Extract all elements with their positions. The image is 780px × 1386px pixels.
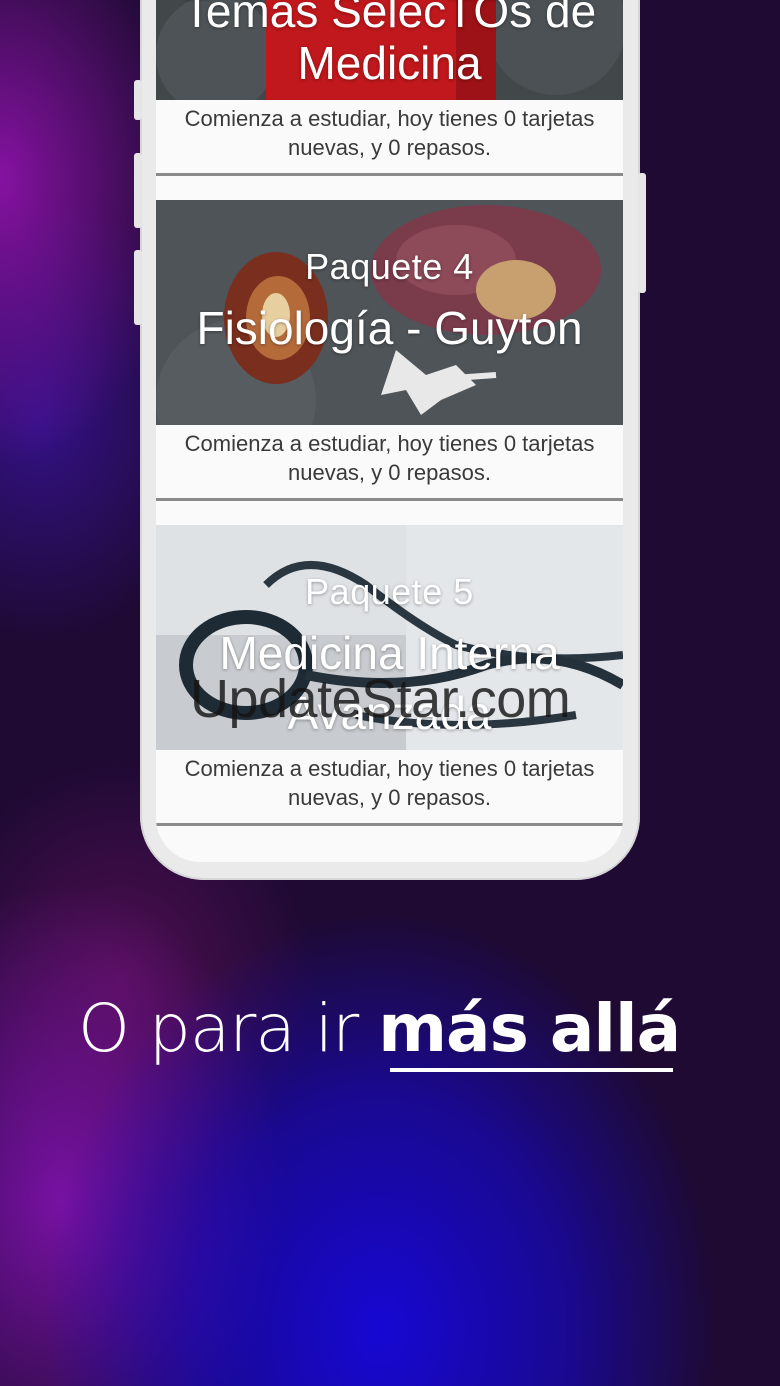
deck-name: Temas SelecTOs de xyxy=(182,0,597,37)
tagline-regular-text: O para ir xyxy=(78,990,379,1067)
tagline-underline xyxy=(390,1068,673,1072)
card-divider xyxy=(156,498,623,501)
card-divider xyxy=(156,823,623,826)
deck-card[interactable]: Temas SelecTOs de Medicina Comienza a es… xyxy=(156,0,623,180)
deck-status-text-line2: nuevas, y 0 repasos. xyxy=(287,135,491,160)
phone-volume-down-button xyxy=(134,250,142,325)
deck-package-number: Paquete 4 xyxy=(305,246,474,287)
deck-status-text-line2: nuevas, y 0 repasos. xyxy=(287,460,491,485)
promo-tagline: O para ir más allá xyxy=(78,990,681,1067)
phone-screen: Temas SelecTOs de Medicina Comienza a es… xyxy=(156,0,623,862)
deck-status-text: Comienza a estudiar, hoy tienes 0 tarjet… xyxy=(184,431,595,456)
deck-name: Fisiología - Guyton xyxy=(196,302,583,354)
deck-status-text-line2: nuevas, y 0 repasos. xyxy=(287,785,491,810)
deck-status-text: Comienza a estudiar, hoy tienes 0 tarjet… xyxy=(184,756,595,781)
phone-side-button xyxy=(134,80,142,120)
deck-status-text: Comienza a estudiar, hoy tienes 0 tarjet… xyxy=(184,106,595,131)
phone-power-button xyxy=(638,173,646,293)
deck-name-line2: Medicina xyxy=(297,37,482,89)
watermark: UpdateStar.com xyxy=(190,669,571,729)
deck-card[interactable]: Paquete 4 Fisiología - Guyton Comienza a… xyxy=(156,200,623,505)
deck-package-number: Paquete 5 xyxy=(305,571,474,612)
tagline-bold-text: más allá xyxy=(378,990,681,1067)
card-divider xyxy=(156,173,623,176)
phone-volume-up-button xyxy=(134,153,142,228)
